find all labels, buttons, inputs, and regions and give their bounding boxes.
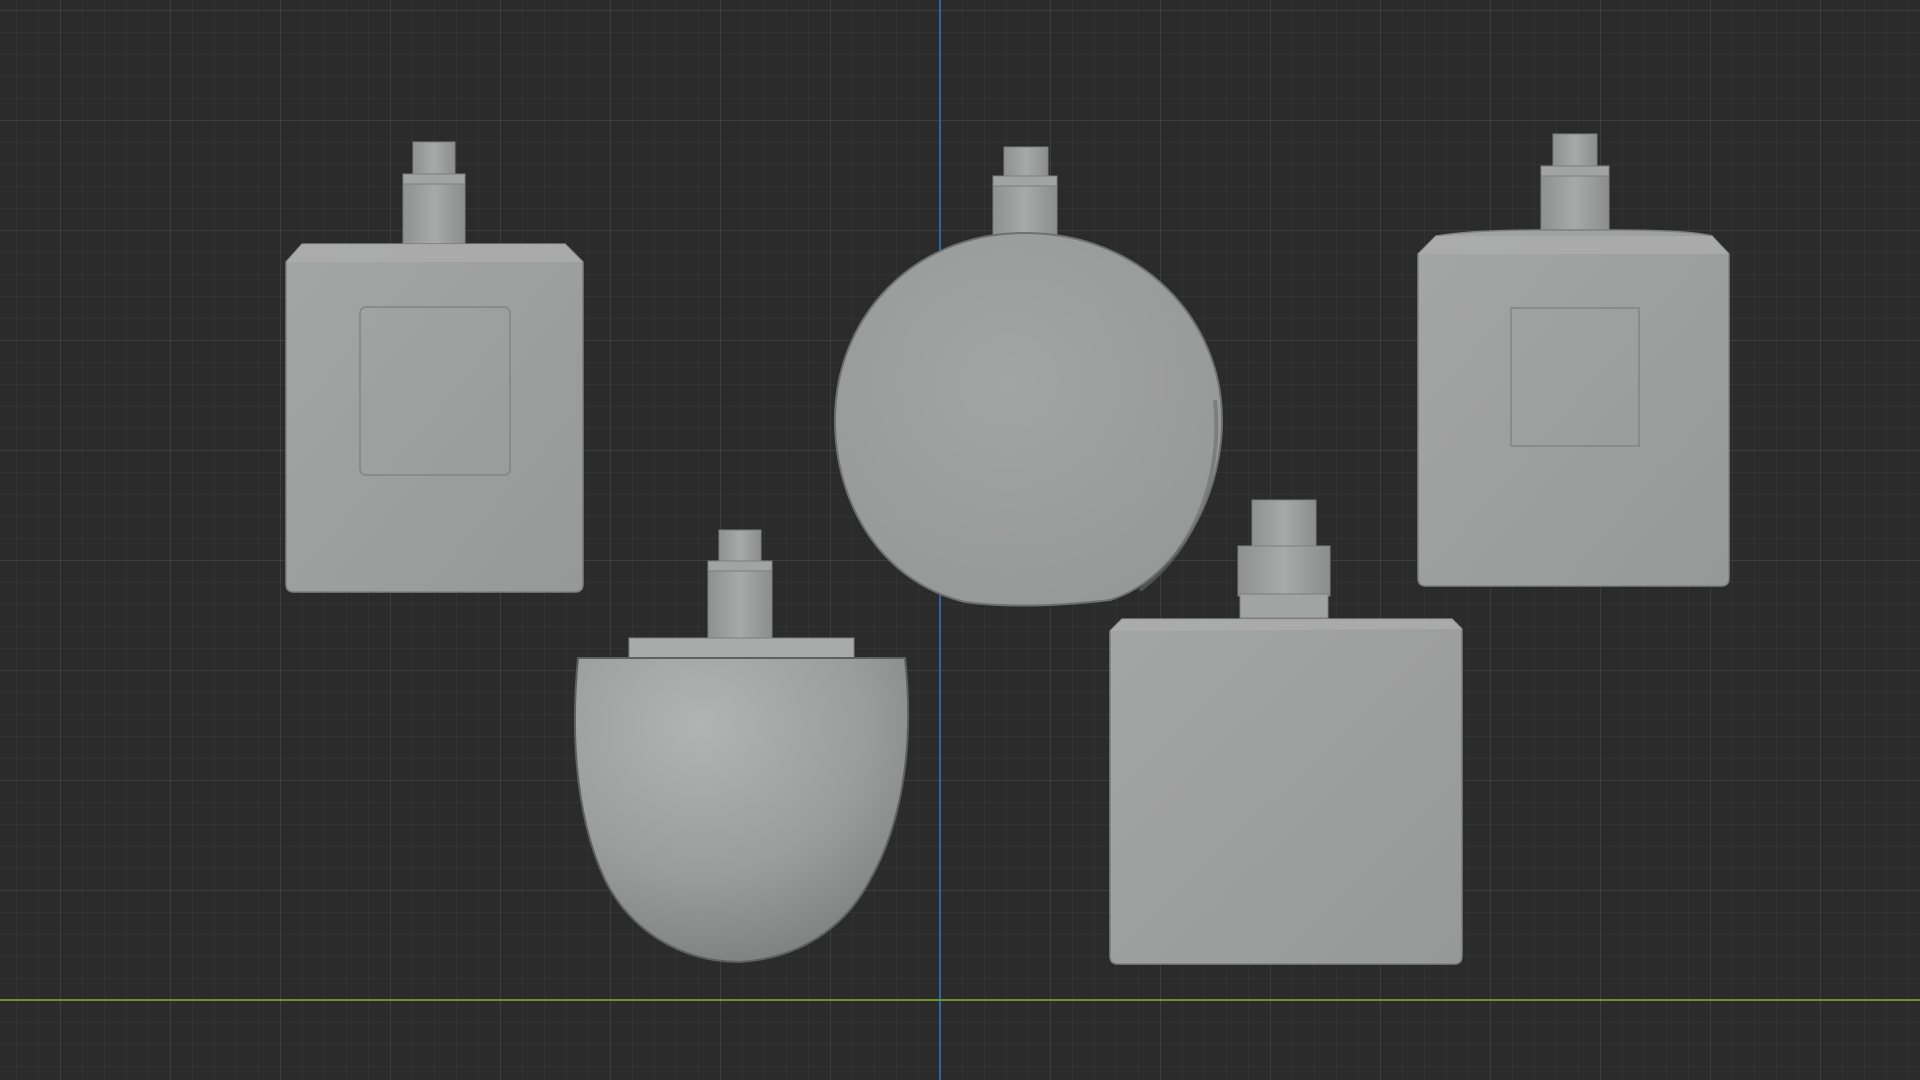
spray-nozzle (992, 146, 1058, 237)
bottle-body (1109, 618, 1463, 965)
bottle-body (573, 657, 910, 964)
bottle-body (833, 231, 1224, 607)
collar (628, 637, 855, 661)
spray-nozzle (402, 141, 466, 245)
spray-nozzle (1237, 499, 1331, 619)
viewport-scene[interactable] (0, 0, 1920, 1080)
bottle-round[interactable] (833, 146, 1224, 607)
bottle-body (285, 243, 584, 593)
bottle-rectangular-left[interactable] (285, 141, 584, 593)
spray-nozzle (1540, 133, 1610, 233)
bottle-bevel (1418, 236, 1729, 254)
bottle-rectangular-right[interactable] (1417, 133, 1730, 587)
bottle-body (1417, 229, 1730, 587)
bottle-bevel (286, 244, 583, 262)
3d-viewport[interactable] (0, 0, 1920, 1080)
bottle-egg[interactable] (573, 529, 910, 964)
spray-nozzle (707, 529, 773, 642)
bottle-bevel (1110, 619, 1462, 631)
